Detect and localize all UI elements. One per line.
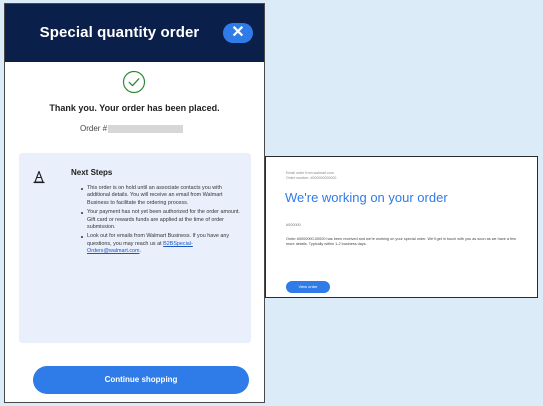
modal-title: Special quantity order [39, 24, 200, 41]
email-title: We're working on your order [285, 190, 448, 205]
special-quantity-order-modal: Special quantity order ✕ Thank you. Your… [4, 3, 265, 403]
next-steps-list: This order is on hold until an associate… [81, 185, 241, 258]
view-order-button[interactable]: View order [286, 281, 330, 293]
email-meta: Email order from walmart.com Order numbe… [286, 171, 336, 181]
continue-shopping-button[interactable]: Continue shopping [33, 366, 249, 394]
order-number: Order # [80, 124, 184, 136]
close-icon: ✕ [231, 24, 245, 41]
next-step-item: This order is on hold until an associate… [81, 185, 241, 207]
email-order-tag: #000000 [286, 223, 301, 227]
email-body: Order #0000000-00000 has been received a… [286, 237, 516, 247]
close-button[interactable]: ✕ [223, 23, 253, 43]
email-meta-line: Order number: #000000000000 [286, 176, 337, 180]
order-email-card: Email order from walmart.com Order numbe… [265, 156, 538, 298]
order-number-label: Order # [80, 124, 108, 134]
next-step-suffix: . [139, 248, 142, 255]
next-step-text: Look out for emails from Walmart Busines… [87, 233, 230, 247]
order-confirmation-message: Thank you. Your order has been placed. [49, 103, 220, 113]
traffic-cone-icon [33, 170, 45, 184]
next-step-item: Look out for emails from Walmart Busines… [81, 233, 241, 255]
next-step-item: Your payment has not yet been authorized… [81, 209, 240, 231]
redacted-order-number [108, 124, 184, 133]
check-circle-icon [122, 70, 146, 94]
next-steps-title: Next Steps [71, 168, 113, 177]
next-steps-panel: Next Steps This order is on hold until a… [19, 153, 251, 343]
modal-header: Special quantity order ✕ [5, 4, 264, 62]
